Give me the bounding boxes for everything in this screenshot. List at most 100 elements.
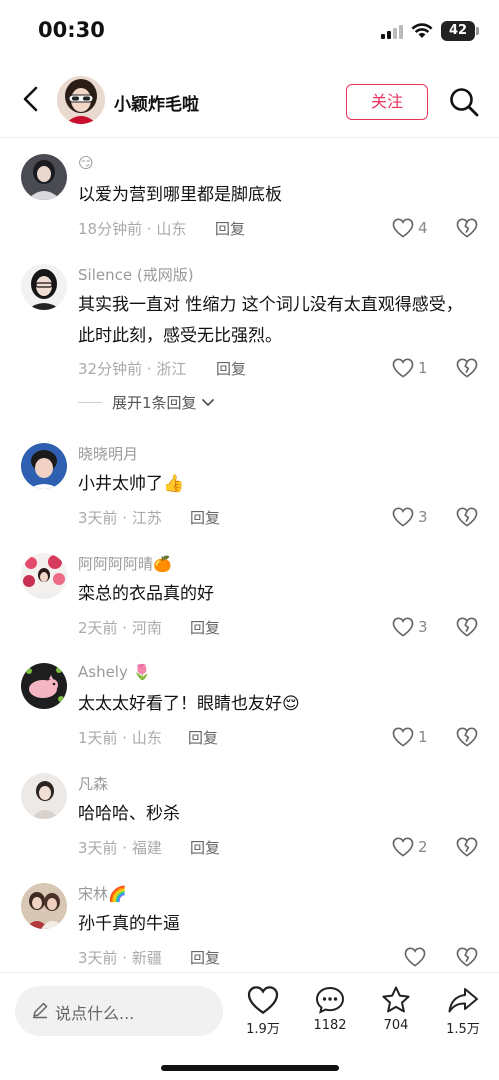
follow-button[interactable]: 关注 (346, 84, 428, 120)
commenter-name[interactable]: 😏 (78, 154, 94, 172)
like-count: 1 (418, 728, 428, 746)
comment-text: 栾总的衣品真的好 (78, 584, 214, 604)
heart-icon (392, 507, 414, 527)
comment-text: 孙千真的牛逼 (78, 914, 180, 934)
comment-item: Ashely 🌷 太太太好看了！眼睛也友好😌 1天前 · 山东 回复 1 (0, 663, 499, 763)
like-count: 3 (418, 508, 428, 526)
comment-text: 其实我一直对 性缩力 这个词儿没有太直观得感受，此时此刻，感受无比强烈。 (78, 295, 463, 346)
like-button[interactable]: 4 (392, 217, 432, 241)
signal-icon (381, 23, 403, 39)
share-count: 1.5万 (446, 1022, 480, 1037)
commenter-name[interactable]: 阿阿阿阿晴🍊 (78, 553, 172, 574)
emoji-smirk: 😏 (78, 154, 94, 172)
reply-button[interactable]: 回复 (190, 837, 220, 858)
broken-heart-icon (456, 947, 478, 967)
comment-item: 宋林🌈 孙千真的牛逼 3天前 · 新疆 回复 (0, 883, 499, 972)
comments-count: 1182 (313, 1018, 347, 1033)
comment-item: 凡森 哈哈哈、秒杀 3天前 · 福建 回复 2 (0, 773, 499, 873)
heart-icon (392, 837, 414, 857)
status-bar: 00:30 42 (0, 0, 499, 62)
dislike-button[interactable] (456, 727, 478, 749)
reply-button[interactable]: 回复 (190, 947, 220, 968)
dislike-button[interactable] (456, 507, 478, 529)
reply-button[interactable]: 回复 (190, 507, 220, 528)
reply-button[interactable]: 回复 (215, 218, 245, 239)
broken-heart-icon (456, 837, 478, 857)
heart-icon (392, 358, 414, 378)
comment-header: 小颖炸毛啦 关注 (0, 62, 499, 138)
commenter-name[interactable]: 凡森 (78, 773, 108, 794)
commenter-avatar[interactable] (21, 264, 67, 310)
battery-indicator: 42 (441, 21, 479, 41)
search-button[interactable] (448, 86, 480, 118)
dislike-button[interactable] (456, 617, 478, 639)
like-count: 2 (418, 838, 428, 856)
share-button[interactable]: 1.5万 (438, 985, 488, 1045)
broken-heart-icon (456, 507, 478, 527)
reply-button[interactable]: 回复 (190, 617, 220, 638)
favorite-count: 704 (383, 1018, 409, 1033)
dislike-button[interactable] (456, 837, 478, 859)
comment-meta: 32分钟前 · 浙江 (78, 360, 187, 378)
like-post-button[interactable]: 1.9万 (238, 985, 288, 1045)
like-button[interactable]: 1 (392, 726, 432, 750)
commenter-avatar[interactable] (21, 663, 67, 709)
reply-button[interactable]: 回复 (216, 358, 246, 379)
like-button[interactable]: 1 (392, 357, 432, 381)
commenter-avatar[interactable] (21, 443, 67, 489)
comment-meta: 18分钟前 · 山东 (78, 220, 187, 238)
share-arrow-icon (448, 988, 478, 1013)
commenter-name[interactable]: 晓晓明月 (78, 443, 138, 464)
star-icon (382, 986, 410, 1013)
comment-meta: 3天前 · 福建 (78, 839, 162, 857)
comments-button[interactable]: 1182 (305, 985, 355, 1045)
broken-heart-icon (456, 218, 478, 238)
dislike-button[interactable] (456, 947, 478, 969)
heart-icon (392, 617, 414, 637)
commenter-name[interactable]: 宋林🌈 (78, 883, 127, 904)
like-button[interactable]: 2 (392, 836, 432, 860)
home-indicator (161, 1065, 339, 1071)
comment-item: Silence (戒网版) 其实我一直对 性缩力 这个词儿没有太直观得感受，此时… (0, 264, 499, 414)
broken-heart-icon (456, 358, 478, 378)
commenter-avatar[interactable] (21, 553, 67, 599)
comment-item: 晓晓明月 小井太帅了👍 3天前 · 江苏 回复 3 (0, 443, 499, 543)
comment-meta: 3天前 · 新疆 (78, 949, 162, 967)
comment-meta: 3天前 · 江苏 (78, 509, 162, 527)
commenter-avatar[interactable] (21, 773, 67, 819)
comment-list[interactable]: 😏 以爱为营到哪里都是脚底板 18分钟前 · 山东 回复 4 Silence (… (0, 138, 499, 972)
status-time: 00:30 (38, 18, 105, 42)
bottom-action-bar: 说点什么... 1.9万 1182 704 1.5万 (0, 972, 499, 1080)
like-count: 3 (418, 618, 428, 636)
comment-text: 太太太好看了！眼睛也友好😌 (78, 694, 300, 714)
author-name[interactable]: 小颖炸毛啦 (114, 90, 199, 115)
comment-text: 哈哈哈、秒杀 (78, 804, 180, 824)
commenter-name[interactable]: Ashely 🌷 (78, 663, 151, 681)
commenter-avatar[interactable] (21, 154, 67, 200)
like-count: 1 (418, 359, 428, 377)
comment-input[interactable]: 说点什么... (15, 986, 223, 1036)
comment-text: 小井太帅了👍 (78, 474, 185, 494)
commenter-avatar[interactable] (21, 883, 67, 929)
like-button[interactable]: 3 (392, 616, 432, 640)
like-count: 4 (418, 219, 428, 237)
comment-text: 以爱为营到哪里都是脚底板 (78, 185, 282, 205)
dislike-button[interactable] (456, 358, 478, 380)
comment-input-placeholder: 说点什么... (55, 1004, 135, 1023)
comment-meta: 2天前 · 河南 (78, 619, 162, 637)
commenter-name[interactable]: Silence (戒网版) (78, 264, 194, 285)
favorite-button[interactable]: 704 (371, 985, 421, 1045)
comment-bubble-icon (315, 986, 345, 1014)
back-button[interactable] (16, 84, 46, 114)
author-avatar[interactable] (57, 76, 105, 124)
dislike-button[interactable] (456, 218, 478, 240)
reply-button[interactable]: 回复 (188, 727, 218, 748)
search-icon (450, 88, 479, 117)
chevron-down-icon (201, 398, 214, 406)
like-button[interactable]: 3 (392, 506, 432, 530)
divider (78, 402, 102, 403)
like-button[interactable] (404, 946, 444, 970)
heart-icon (392, 727, 414, 747)
expand-replies-button[interactable]: 展开1条回复 (78, 392, 215, 413)
heart-icon (247, 986, 279, 1015)
